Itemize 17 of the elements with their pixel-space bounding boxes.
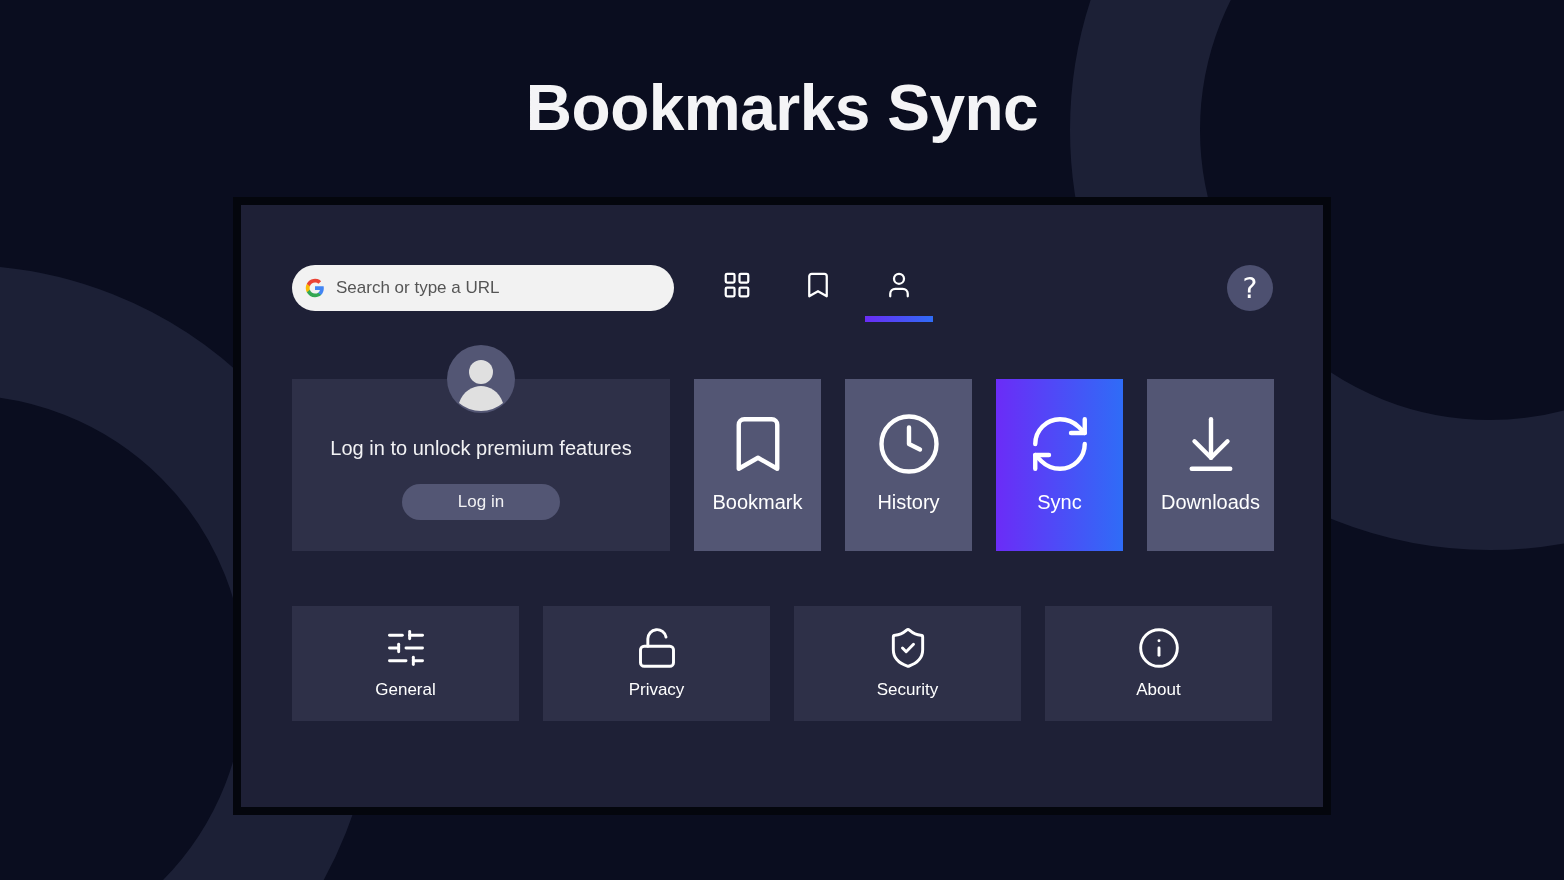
info-icon bbox=[1136, 626, 1181, 670]
feature-tile[interactable]: History bbox=[845, 379, 972, 551]
settings-tile[interactable]: Privacy bbox=[543, 606, 770, 721]
feature-tile[interactable]: Bookmark bbox=[694, 379, 821, 551]
feature-tile[interactable]: Sync bbox=[996, 379, 1123, 551]
search-field[interactable]: Search or type a URL bbox=[292, 265, 674, 311]
help-button[interactable]: ? bbox=[1227, 265, 1273, 311]
settings-tile[interactable]: General bbox=[292, 606, 519, 721]
login-button[interactable]: Log in bbox=[402, 484, 560, 520]
login-message: Log in to unlock premium features bbox=[330, 437, 632, 460]
settings-tile[interactable]: Security bbox=[794, 606, 1021, 721]
settings-tile[interactable]: About bbox=[1045, 606, 1272, 721]
feature-tile[interactable]: Downloads bbox=[1147, 379, 1274, 551]
avatar-icon bbox=[447, 345, 515, 413]
google-logo-icon bbox=[304, 277, 326, 299]
search-input[interactable]: Search or type a URL bbox=[334, 277, 662, 299]
page-title: Bookmarks Sync bbox=[525, 71, 1039, 146]
